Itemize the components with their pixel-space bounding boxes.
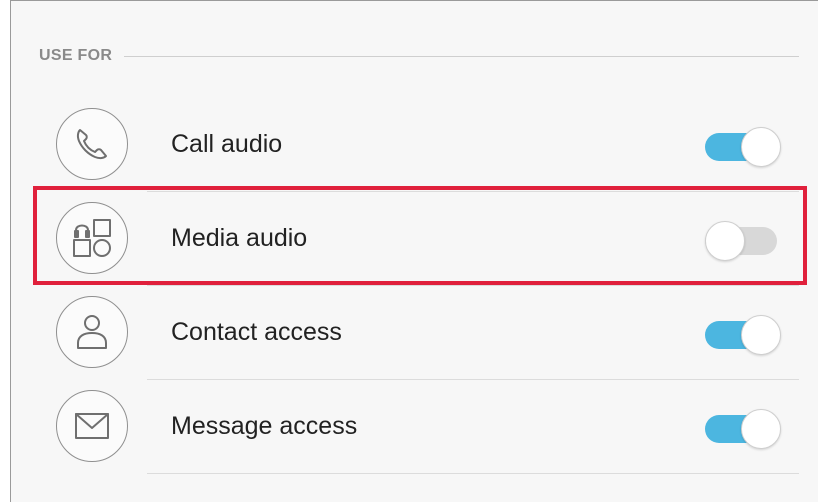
- setting-row-message-access[interactable]: Message access: [11, 380, 818, 474]
- section-divider: [124, 55, 799, 57]
- phone-icon: [56, 108, 128, 180]
- settings-panel: USE FOR Call audio Media audio Contact a…: [10, 0, 818, 502]
- setting-row-contact-access[interactable]: Contact access: [11, 286, 818, 380]
- toggle-knob: [741, 315, 781, 355]
- toggle-knob: [741, 127, 781, 167]
- media-audio-toggle[interactable]: [705, 221, 781, 261]
- toggle-knob: [741, 409, 781, 449]
- media-audio-icon: [56, 202, 128, 274]
- envelope-icon: [56, 390, 128, 462]
- setting-row-call-audio[interactable]: Call audio: [11, 98, 818, 192]
- row-divider: [147, 473, 799, 474]
- setting-label: Media audio: [171, 224, 308, 252]
- contact-icon: [56, 296, 128, 368]
- message-access-toggle[interactable]: [705, 409, 781, 449]
- setting-label: Message access: [171, 412, 358, 440]
- section-title: USE FOR: [39, 47, 113, 64]
- setting-label: Contact access: [171, 318, 342, 346]
- toggle-knob: [705, 221, 745, 261]
- setting-row-media-audio[interactable]: Media audio: [11, 192, 818, 286]
- call-audio-toggle[interactable]: [705, 127, 781, 167]
- section-header: USE FOR: [39, 43, 799, 69]
- setting-label: Call audio: [171, 130, 283, 158]
- contact-access-toggle[interactable]: [705, 315, 781, 355]
